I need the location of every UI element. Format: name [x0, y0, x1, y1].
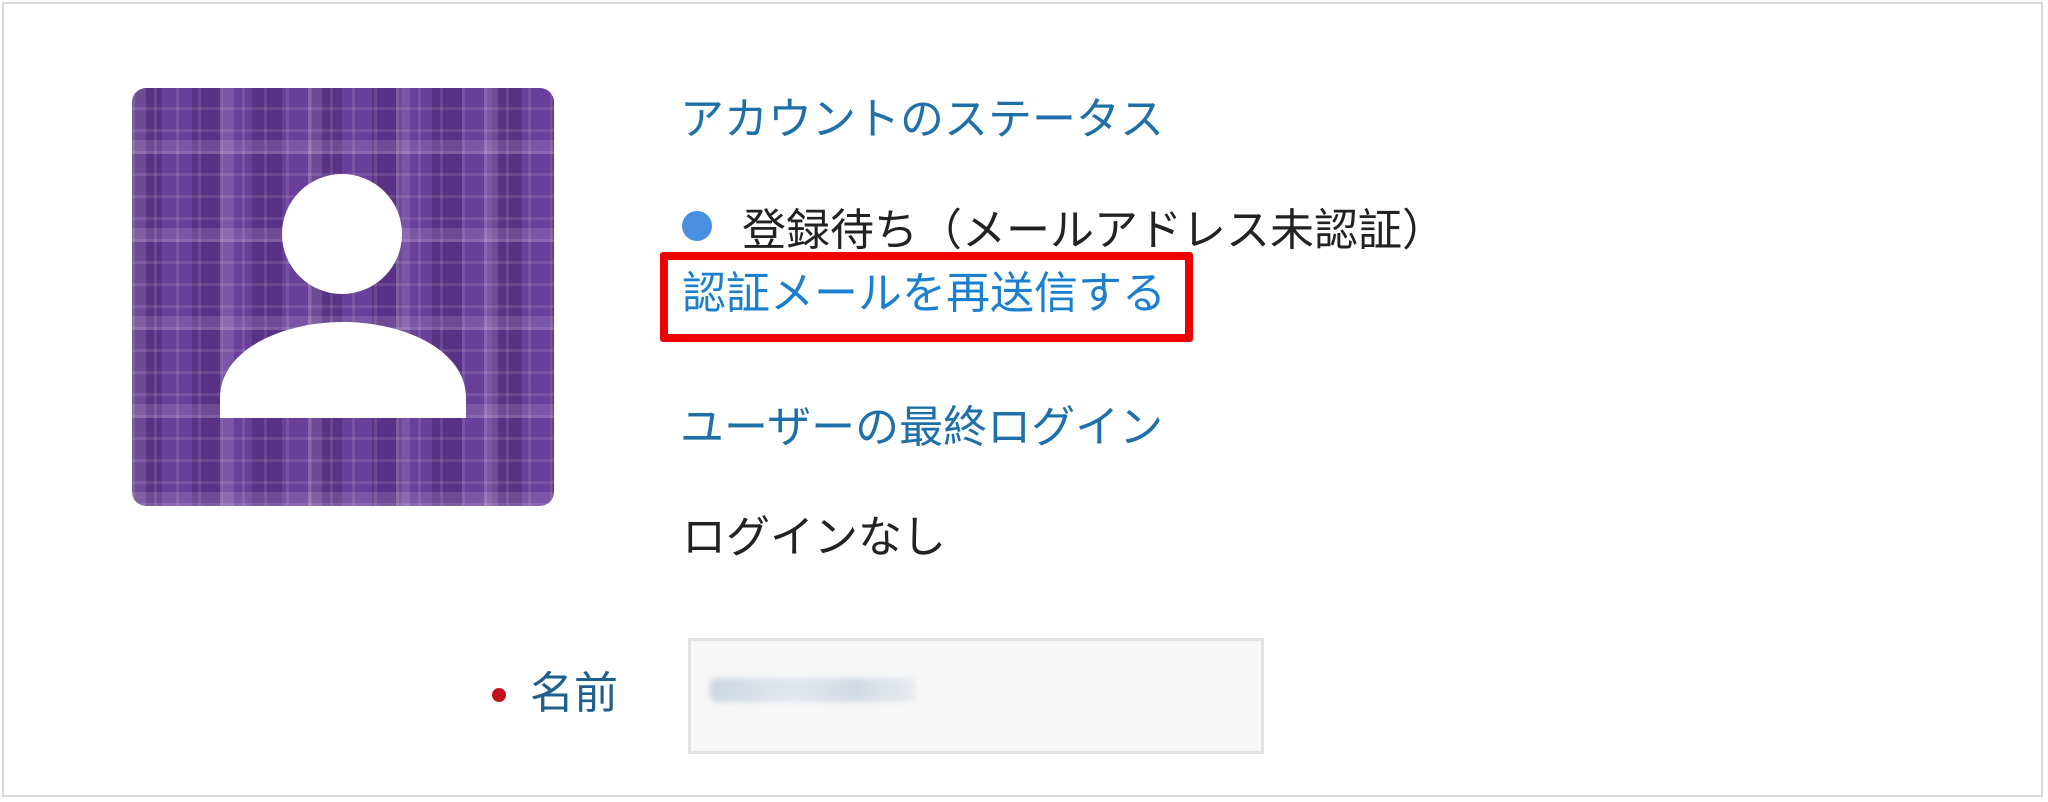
- required-indicator: [492, 688, 506, 702]
- name-field-label: 名前: [530, 668, 618, 719]
- last-login-heading: ユーザーの最終ログイン: [680, 402, 1164, 453]
- person-silhouette-icon: [220, 174, 466, 418]
- avatar: [132, 88, 554, 506]
- resend-verification-email-link[interactable]: 認証メールを再送信する: [682, 266, 1166, 322]
- user-profile-panel: アカウントのステータス 登録待ち（メールアドレス未認証） 認証メールを再送信する…: [2, 2, 2043, 797]
- account-status-text: 登録待ち（メールアドレス未認証）: [742, 205, 1446, 256]
- status-indicator-dot: [682, 211, 712, 241]
- account-status-row: 登録待ち（メールアドレス未認証）: [682, 196, 1446, 256]
- last-login-value: ログインなし: [682, 512, 946, 563]
- account-status-heading: アカウントのステータス: [680, 94, 1164, 145]
- redacted-name-value: [710, 678, 916, 702]
